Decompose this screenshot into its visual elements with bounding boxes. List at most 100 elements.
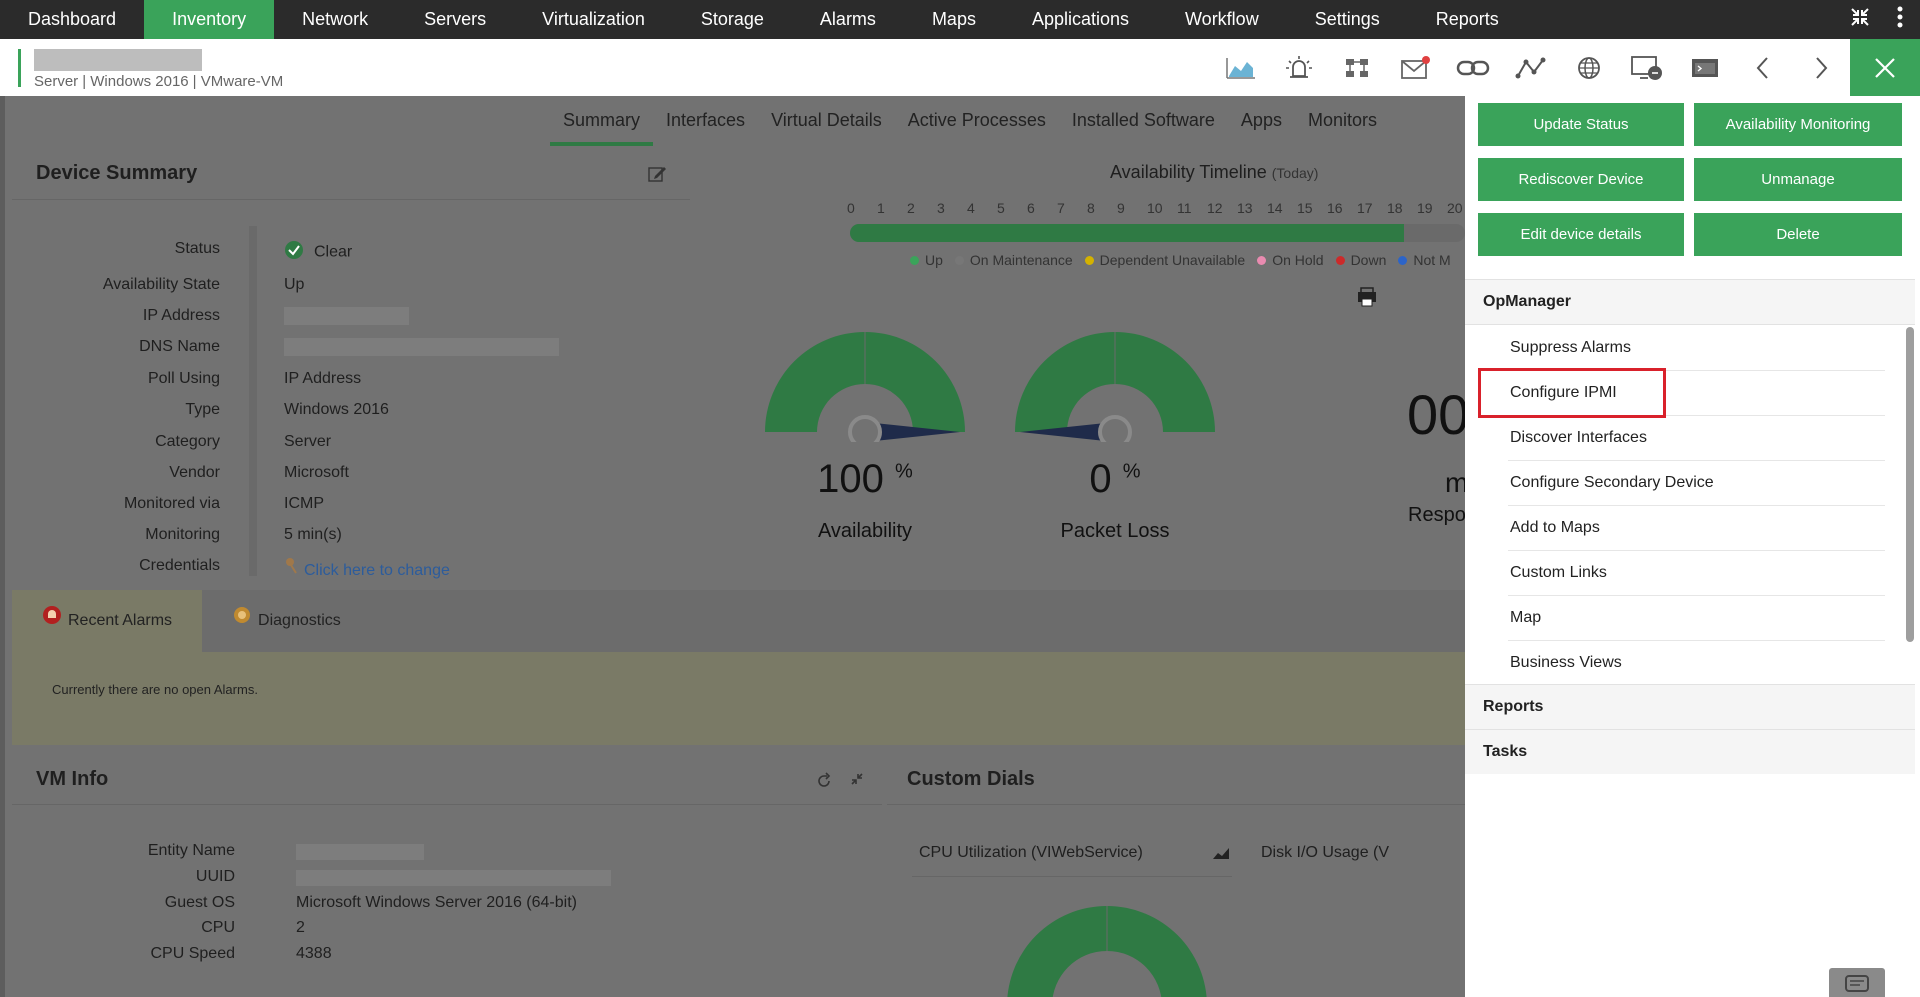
gauge-dial	[765, 332, 965, 449]
menu-item-discover-interfaces[interactable]: Discover Interfaces	[1508, 416, 1885, 461]
nav-workflow[interactable]: Workflow	[1157, 0, 1287, 39]
more-options-icon[interactable]	[1880, 6, 1920, 34]
legend-item: On Maintenance	[954, 252, 1073, 268]
nav-network[interactable]: Network	[274, 0, 396, 39]
summary-value: Server	[284, 433, 332, 450]
nav-dashboard[interactable]: Dashboard	[0, 0, 144, 39]
timeline-hour-tick: 4	[967, 200, 975, 216]
custom-dials-title: Custom Dials	[907, 768, 1035, 790]
tab-apps[interactable]: Apps	[1228, 96, 1295, 146]
trace-route-icon[interactable]	[1502, 49, 1560, 87]
device-status-bar	[18, 49, 21, 87]
legend-item: Not M	[1398, 252, 1451, 268]
key-icon	[284, 557, 300, 580]
section-opmanager[interactable]: OpManager	[1465, 279, 1915, 324]
tab-virtual-details[interactable]: Virtual Details	[758, 96, 895, 146]
nav-virtualization[interactable]: Virtualization	[514, 0, 673, 39]
chart-icon[interactable]	[1212, 846, 1230, 865]
timeline-hour-tick: 15	[1297, 200, 1313, 216]
timeline-hour-tick: 5	[997, 200, 1005, 216]
device-header: Server | Windows 2016 | VMware-VM	[0, 39, 1920, 96]
legend-item: On Hold	[1257, 252, 1324, 268]
edit-icon[interactable]	[647, 164, 667, 189]
nav-maps[interactable]: Maps	[904, 0, 1004, 39]
menu-item-configure-secondary-device[interactable]: Configure Secondary Device	[1508, 461, 1885, 506]
device-platform: VMware-VM	[200, 73, 284, 90]
gauge-label: Packet Loss	[1060, 520, 1170, 542]
email-icon[interactable]	[1386, 49, 1444, 87]
section-reports[interactable]: Reports	[1465, 684, 1915, 729]
nav-settings[interactable]: Settings	[1287, 0, 1408, 39]
summary-label: Type	[185, 401, 220, 418]
collapse-widget-icon[interactable]	[850, 772, 864, 791]
tab-interfaces[interactable]: Interfaces	[653, 96, 758, 146]
tab-monitors[interactable]: Monitors	[1295, 96, 1390, 146]
edit-device-details-button[interactable]: Edit device details	[1478, 213, 1684, 256]
tab-recent-alarms[interactable]: Recent Alarms	[12, 590, 203, 652]
summary-label: Category	[155, 433, 220, 450]
nav-alarms[interactable]: Alarms	[792, 0, 904, 39]
no-alarms-message: Currently there are no open Alarms.	[52, 682, 258, 697]
device-os: Windows 2016	[90, 73, 189, 90]
collapse-icon[interactable]	[1840, 7, 1880, 33]
menu-item-configure-ipmi[interactable]: Configure IPMI	[1508, 371, 1885, 416]
network-topology-icon[interactable]	[1328, 49, 1386, 87]
summary-value: IP Address	[284, 370, 362, 387]
gauge-value: 100 %	[817, 457, 913, 501]
update-status-button[interactable]: Update Status	[1478, 103, 1684, 146]
menu-scrollbar[interactable]	[1906, 327, 1914, 642]
menu-item-custom-links[interactable]: Custom Links	[1508, 551, 1885, 596]
menu-item-add-to-maps[interactable]: Add to Maps	[1508, 506, 1885, 551]
tab-diagnostics[interactable]: Diagnostics	[202, 590, 371, 652]
nav-inventory[interactable]: Inventory	[144, 0, 275, 39]
graph-icon[interactable]	[1212, 49, 1270, 87]
chevron-left-icon[interactable]	[1734, 49, 1792, 87]
alarm-bell-icon[interactable]	[1270, 49, 1328, 87]
summary-value: 5 min(s)	[284, 526, 342, 543]
chat-button[interactable]	[1829, 968, 1885, 997]
tab-active-processes[interactable]: Active Processes	[895, 96, 1059, 146]
device-snapshot-content: Summary Interfaces Virtual Details Activ…	[5, 96, 1468, 997]
summary-value: Windows 2016	[284, 401, 389, 418]
tab-summary[interactable]: Summary	[550, 96, 654, 146]
terminal-icon[interactable]	[1676, 49, 1734, 87]
delete-button[interactable]: Delete	[1694, 213, 1902, 256]
device-name-redacted	[34, 49, 202, 71]
print-icon[interactable]	[1355, 286, 1381, 313]
nav-applications[interactable]: Applications	[1004, 0, 1157, 39]
nav-servers[interactable]: Servers	[396, 0, 514, 39]
availability-timeline-bar	[850, 224, 1465, 242]
alarm-bell-red-icon	[42, 590, 62, 652]
unmanage-button[interactable]: Unmanage	[1694, 158, 1902, 201]
change-credentials-link[interactable]: Click here to change	[284, 557, 450, 580]
vm-info-value: Microsoft Windows Server 2016 (64-bit)	[296, 894, 577, 911]
chevron-right-icon[interactable]	[1792, 49, 1850, 87]
nav-storage[interactable]: Storage	[673, 0, 792, 39]
menu-item-map[interactable]: Map	[1508, 596, 1885, 641]
globe-icon[interactable]	[1560, 49, 1618, 87]
menu-item-business-views[interactable]: Business Views	[1508, 641, 1885, 686]
summary-scrollbar[interactable]	[249, 226, 257, 576]
close-panel-button[interactable]	[1850, 39, 1920, 96]
diagnostics-icon	[232, 590, 252, 652]
nav-reports[interactable]: Reports	[1408, 0, 1527, 39]
redacted-value	[296, 844, 424, 860]
check-circle-icon	[284, 240, 304, 265]
timeline-hour-tick: 8	[1087, 200, 1095, 216]
availability-monitoring-button[interactable]: Availability Monitoring	[1694, 103, 1902, 146]
credentials-link-text[interactable]: Click here to change	[304, 562, 450, 579]
vm-info-title: VM Info	[36, 768, 109, 790]
tab-installed-software[interactable]: Installed Software	[1059, 96, 1228, 146]
refresh-icon[interactable]	[815, 772, 833, 795]
rediscover-device-button[interactable]: Rediscover Device	[1478, 158, 1684, 201]
section-tasks[interactable]: Tasks	[1465, 729, 1915, 774]
timeline-up-segment	[850, 224, 1404, 242]
chat-icon	[1845, 975, 1869, 992]
timeline-hour-tick: 20	[1447, 200, 1463, 216]
legend-dot-icon	[910, 255, 919, 265]
link-icon[interactable]	[1444, 49, 1502, 87]
availability-title: Availability Timeline (Today)	[1110, 162, 1319, 182]
menu-item-suppress-alarms[interactable]: Suppress Alarms	[1508, 326, 1885, 371]
legend-dot-icon	[1257, 255, 1267, 265]
remote-desktop-icon[interactable]	[1618, 49, 1676, 87]
